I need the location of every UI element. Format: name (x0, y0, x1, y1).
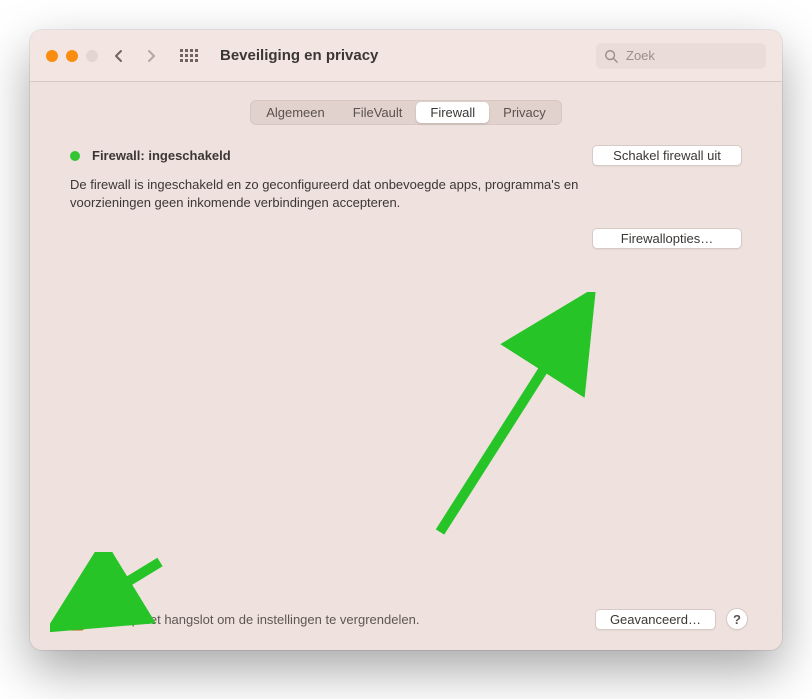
minimize-window-button[interactable] (66, 50, 78, 62)
footer: Klik op het hangslot om de instellingen … (60, 596, 752, 638)
back-button[interactable] (108, 42, 130, 70)
search-input[interactable] (624, 47, 758, 64)
forward-button[interactable] (140, 42, 162, 70)
show-all-button[interactable] (176, 43, 202, 69)
help-button[interactable]: ? (726, 608, 748, 630)
tab-firewall[interactable]: Firewall (416, 102, 489, 123)
tab-privacy[interactable]: Privacy (489, 102, 560, 123)
traffic-lights (46, 50, 98, 62)
tab-filevault[interactable]: FileVault (339, 102, 417, 123)
unlocked-padlock-icon (64, 604, 90, 634)
advanced-button[interactable]: Geavanceerd… (595, 609, 716, 630)
search-field[interactable] (596, 43, 766, 69)
firewall-status-label: Firewall: ingeschakeld (92, 148, 231, 163)
window-title: Beveiliging en privacy (220, 47, 378, 64)
close-window-button[interactable] (46, 50, 58, 62)
lock-button[interactable] (64, 604, 90, 634)
zoom-window-button[interactable] (86, 50, 98, 62)
chevron-right-icon (146, 49, 156, 63)
search-icon (604, 49, 618, 63)
pane-body: Algemeen FileVault Firewall Privacy Fire… (30, 82, 782, 650)
firewall-status-row: Firewall: ingeschakeld Schakel firewall … (60, 145, 752, 166)
tab-general[interactable]: Algemeen (252, 102, 339, 123)
disable-firewall-button[interactable]: Schakel firewall uit (592, 145, 742, 166)
lock-hint-text: Klik op het hangslot om de instellingen … (100, 612, 419, 627)
tab-bar: Algemeen FileVault Firewall Privacy (250, 100, 562, 125)
chevron-left-icon (114, 49, 124, 63)
firewall-options-button[interactable]: Firewallopties… (592, 228, 742, 249)
titlebar: Beveiliging en privacy (30, 30, 782, 82)
firewall-description: De firewall is ingeschakeld en zo geconf… (60, 166, 620, 212)
status-indicator-icon (70, 151, 80, 161)
preferences-window: Beveiliging en privacy Algemeen FileVaul… (30, 30, 782, 650)
